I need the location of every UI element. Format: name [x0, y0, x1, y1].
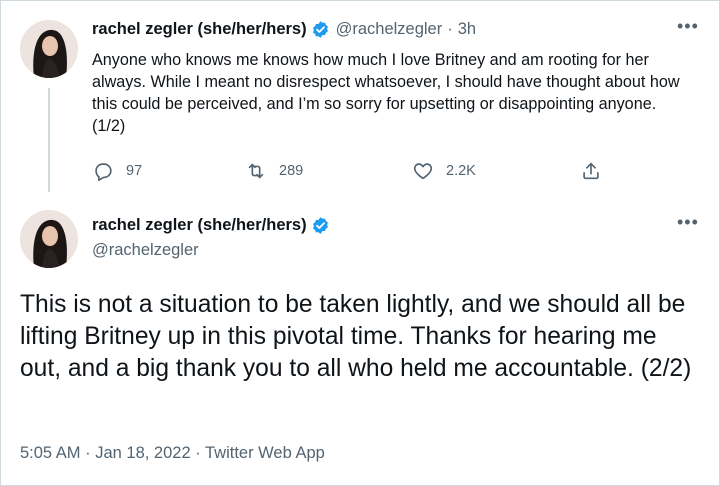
tweet-time[interactable]: 3h — [458, 20, 476, 39]
handle[interactable]: @rachelzegler — [336, 20, 443, 39]
retweet-button[interactable]: 289 — [245, 160, 303, 182]
like-button[interactable]: 2.2K — [412, 160, 476, 182]
more-icon[interactable]: ••• — [677, 212, 699, 233]
reply-count: 97 — [126, 163, 143, 179]
display-name[interactable]: rachel zegler (she/her/hers) — [92, 216, 307, 235]
verified-badge-icon — [311, 20, 330, 39]
separator-dot: · — [447, 20, 453, 38]
handle[interactable]: @rachelzegler — [92, 241, 199, 260]
retweet-icon — [248, 163, 264, 179]
share-icon — [583, 162, 599, 180]
reply-icon — [95, 163, 112, 181]
tweet1-actions: 97 289 2.2K — [92, 160, 612, 186]
more-icon[interactable]: ••• — [677, 16, 699, 37]
tweet-timestamp[interactable]: 5:05 AM · Jan 18, 2022 · Twitter Web App — [20, 444, 325, 463]
reply-button[interactable]: 97 — [92, 160, 142, 182]
avatar[interactable] — [20, 210, 78, 268]
avatar-image — [20, 210, 78, 268]
share-button[interactable] — [580, 160, 614, 182]
like-count: 2.2K — [446, 163, 476, 179]
avatar[interactable] — [20, 20, 78, 78]
tweet2-text: This is not a situation to be taken ligh… — [20, 291, 692, 382]
display-name[interactable]: rachel zegler (she/her/hers) — [92, 20, 307, 39]
thread-connector-line — [48, 88, 50, 192]
tweet2-header: rachel zegler (she/her/hers) — [92, 216, 330, 235]
tweet1-header: rachel zegler (she/her/hers) @rachelzegl… — [92, 20, 476, 39]
tweet1-text: Anyone who knows me knows how much I lov… — [92, 51, 680, 135]
retweet-count: 289 — [279, 163, 304, 179]
like-icon — [413, 163, 433, 180]
avatar-image — [20, 20, 78, 78]
verified-badge-icon — [311, 216, 330, 235]
